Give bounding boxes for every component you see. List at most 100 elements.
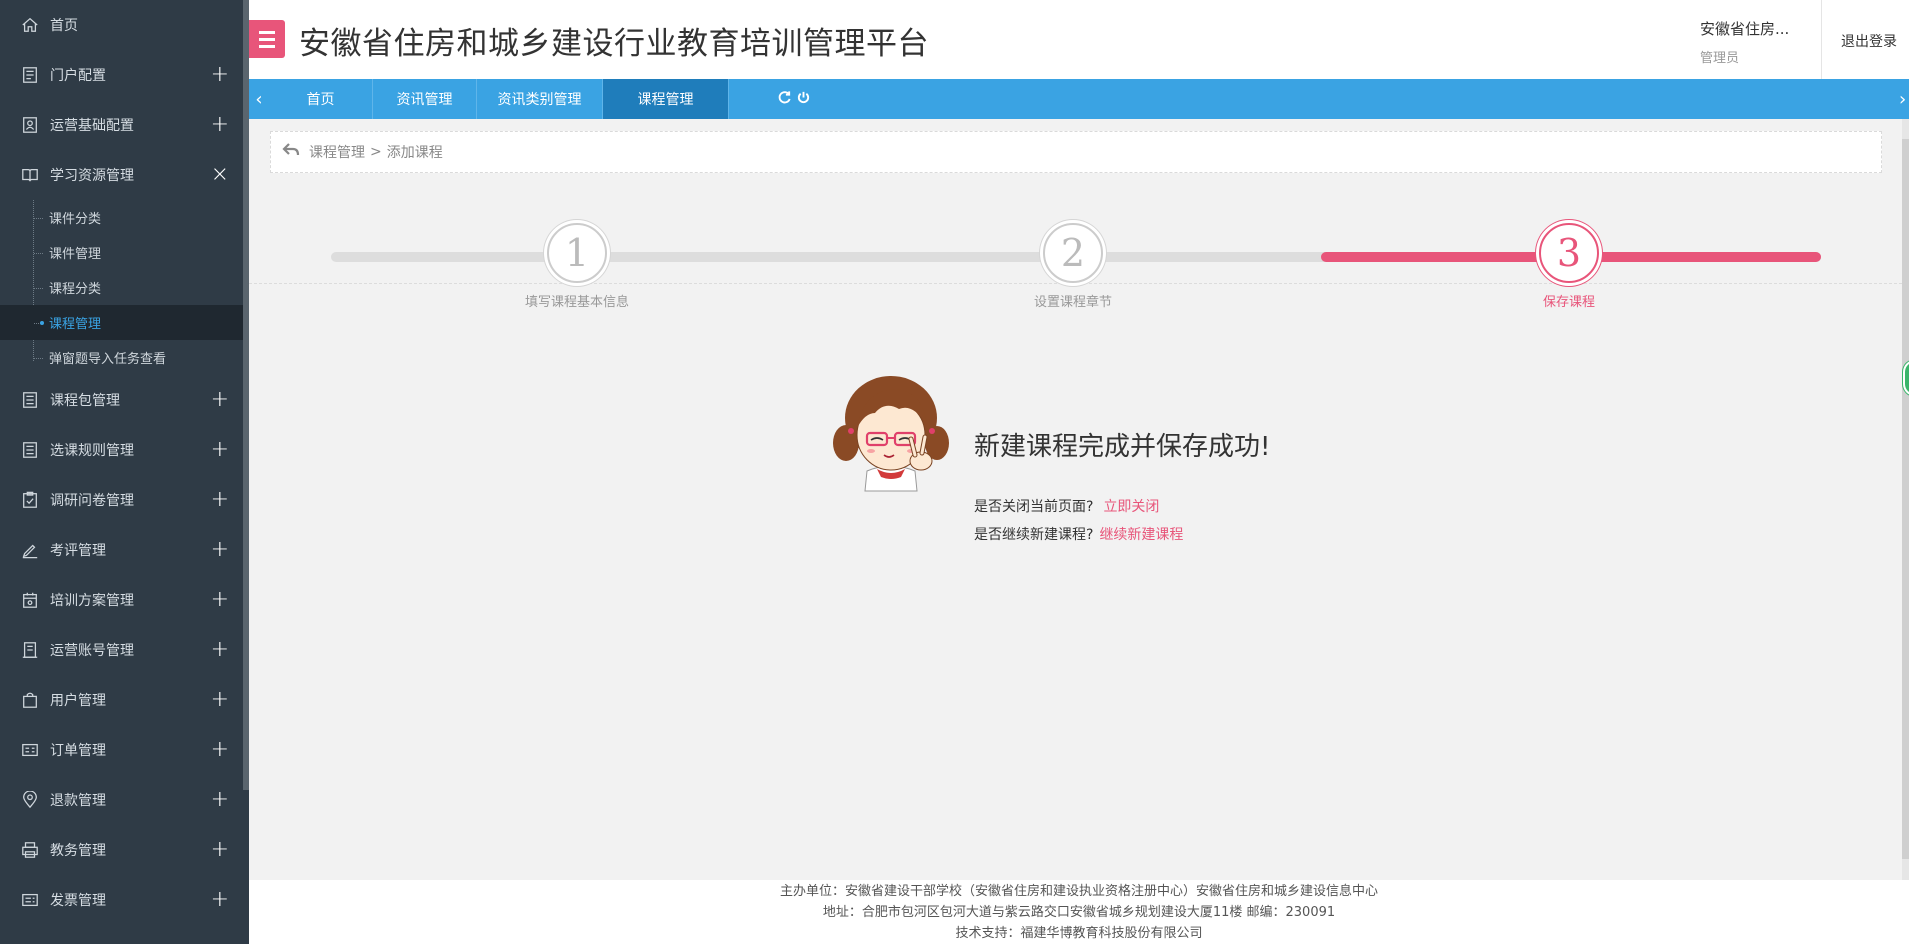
continue-create-link[interactable]: 继续新建课程 <box>1099 527 1183 543</box>
footer-host: 主办单位：安徽省建设干部学校（安徽省住房和建设执业资格注册中心）安徽省住房和城乡… <box>779 884 1378 899</box>
close-page-question: 是否关闭当前页面? <box>974 499 1094 515</box>
expand-icon[interactable]: + <box>211 639 229 661</box>
sidebar-item-academic-affairs[interactable]: 教务管理 + <box>0 825 249 875</box>
sidebar-item-user-management[interactable]: 用户管理 + <box>0 675 249 725</box>
account-book-icon <box>20 640 40 660</box>
printer-icon <box>20 840 40 860</box>
scrollbar-thumb[interactable] <box>1902 139 1909 859</box>
list-icon <box>20 440 40 460</box>
footer-address: 地址：合肥市包河区包河大道与紫云路交口安徽省城乡规划建设大厦11楼 邮编：230… <box>822 905 1336 920</box>
step-1: 1 填写课程基本信息 <box>487 223 667 310</box>
sidebar-item-course-selection-rules[interactable]: 选课规则管理 + <box>0 425 249 475</box>
continue-prompt: 是否继续新建课程? 继续新建课程 <box>974 524 1183 544</box>
sidebar-subitem-course-category[interactable]: 课程分类 <box>0 270 249 305</box>
location-icon <box>20 790 40 810</box>
user-info[interactable]: 安徽省住房... 管理员 <box>1700 18 1818 66</box>
sidebar-item-home[interactable]: 首页 <box>0 0 249 50</box>
header-divider <box>1821 0 1822 79</box>
sidebar-item-portal-config[interactable]: 门户配置 + <box>0 50 249 100</box>
expand-icon[interactable]: + <box>211 439 229 461</box>
footer-tech-support: 技术支持：福建华博教育科技股份有限公司 <box>955 926 1203 941</box>
user-role: 管理员 <box>1700 51 1740 66</box>
expand-icon[interactable]: + <box>211 64 229 86</box>
pen-icon <box>20 540 40 560</box>
sidebar-item-label: 运营基础配置 <box>50 118 134 134</box>
profile-card-icon <box>20 115 40 135</box>
home-icon <box>20 15 40 35</box>
tab-news-category-management[interactable]: 资讯类别管理 <box>477 79 603 119</box>
order-card-icon <box>20 740 40 760</box>
expand-icon[interactable]: + <box>211 489 229 511</box>
sidebar-item-learning-resources[interactable]: 学习资源管理 × <box>0 150 249 200</box>
menu-toggle-button[interactable] <box>249 20 285 58</box>
sidebar-item-invoice-management[interactable]: 发票管理 + <box>0 875 249 925</box>
book-icon <box>20 165 40 185</box>
continue-question: 是否继续新建课程? <box>974 527 1094 543</box>
girl-mascot-illustration <box>833 376 949 492</box>
sidebar-item-label: 调研问卷管理 <box>50 493 134 509</box>
sidebar-item-label: 订单管理 <box>50 743 106 759</box>
document-icon <box>20 65 40 85</box>
expand-icon[interactable]: + <box>211 114 229 136</box>
sidebar-item-order-management[interactable]: 订单管理 + <box>0 725 249 775</box>
sidebar-item-survey[interactable]: 调研问卷管理 + <box>0 475 249 525</box>
step-label: 保存课程 <box>1542 295 1595 310</box>
tab-scroll-right-icon[interactable]: › <box>1899 79 1909 119</box>
sidebar-subitem-courseware-management[interactable]: 课件管理 <box>0 235 249 270</box>
bag-icon <box>20 690 40 710</box>
collapse-icon[interactable]: × <box>211 164 229 186</box>
sidebar-item-operation-accounts[interactable]: 运营账号管理 + <box>0 625 249 675</box>
sidebar-subitem-course-management[interactable]: 课程管理 <box>0 305 249 340</box>
content-scrollbar[interactable] <box>1902 119 1909 880</box>
tab-home[interactable]: 首页 <box>269 79 373 119</box>
sidebar-item-course-package[interactable]: 课程包管理 + <box>0 375 249 425</box>
success-message: 新建课程完成并保存成功! <box>974 432 1271 462</box>
sidebar-item-label: 学习资源管理 <box>50 168 134 184</box>
sidebar-subitem-popup-import-tasks[interactable]: 弹窗题导入任务查看 <box>0 340 249 375</box>
tab-bar: ‹ 首页 资讯管理 资讯类别管理 课程管理 › <box>249 79 1909 119</box>
step-number: 2 <box>1043 223 1103 283</box>
expand-icon[interactable]: + <box>211 889 229 911</box>
sidebar-item-operation-config[interactable]: 运营基础配置 + <box>0 100 249 150</box>
top-header: 安徽省住房和城乡建设行业教育培训管理平台 安徽省住房... 管理员 退出登录 <box>249 0 1909 79</box>
expand-icon[interactable]: + <box>211 739 229 761</box>
invoice-icon <box>20 890 40 910</box>
clipboard-check-icon <box>20 490 40 510</box>
close-now-link[interactable]: 立即关闭 <box>1103 499 1159 515</box>
logout-link[interactable]: 退出登录 <box>1841 31 1897 51</box>
step-2: 2 设置课程章节 <box>983 223 1163 310</box>
calendar-icon <box>20 590 40 610</box>
power-icon[interactable] <box>796 90 811 109</box>
expand-icon[interactable]: + <box>211 839 229 861</box>
list-icon <box>20 390 40 410</box>
learning-resources-submenu: 课件分类 课件管理 课程分类 课程管理 弹窗题导入任务查看 <box>0 200 249 375</box>
refresh-icon[interactable] <box>777 90 792 109</box>
step-label: 设置课程章节 <box>1033 295 1112 310</box>
sidebar-subitem-courseware-category[interactable]: 课件分类 <box>0 200 249 235</box>
sidebar-item-label: 发票管理 <box>50 893 106 909</box>
expand-icon[interactable]: + <box>211 689 229 711</box>
sidebar-item-label: 门户配置 <box>50 68 106 84</box>
expand-icon[interactable]: + <box>211 389 229 411</box>
sidebar-item-training-plan[interactable]: 培训方案管理 + <box>0 575 249 625</box>
step-number: 1 <box>547 223 607 283</box>
sidebar-item-label: 考评管理 <box>50 543 106 559</box>
close-page-prompt: 是否关闭当前页面? 立即关闭 <box>974 496 1159 516</box>
expand-icon[interactable]: + <box>211 589 229 611</box>
hamburger-icon <box>259 30 275 34</box>
tab-course-management[interactable]: 课程管理 <box>603 79 729 119</box>
sidebar-item-refund-management[interactable]: 退款管理 + <box>0 775 249 825</box>
sidebar-item-label: 首页 <box>50 18 78 34</box>
site-title: 安徽省住房和城乡建设行业教育培训管理平台 <box>299 26 929 62</box>
step-3: 3 保存课程 <box>1479 223 1659 310</box>
tab-news-management[interactable]: 资讯管理 <box>373 79 477 119</box>
progress-steps: 1 填写课程基本信息 2 设置课程章节 3 保存课程 <box>249 119 1902 310</box>
sidebar-item-label: 课程包管理 <box>50 393 120 409</box>
sidebar-item-evaluation[interactable]: 考评管理 + <box>0 525 249 575</box>
expand-icon[interactable]: + <box>211 789 229 811</box>
sidebar-item-label: 培训方案管理 <box>50 593 134 609</box>
sidebar: 首页 门户配置 + 运营基础配置 + 学习资源管理 × 课件分类 课件管理 课程… <box>0 0 249 944</box>
expand-icon[interactable]: + <box>211 539 229 561</box>
tab-scroll-left-icon[interactable]: ‹ <box>249 79 269 119</box>
footer: 主办单位：安徽省建设干部学校（安徽省住房和建设执业资格注册中心）安徽省住房和城乡… <box>249 880 1909 944</box>
